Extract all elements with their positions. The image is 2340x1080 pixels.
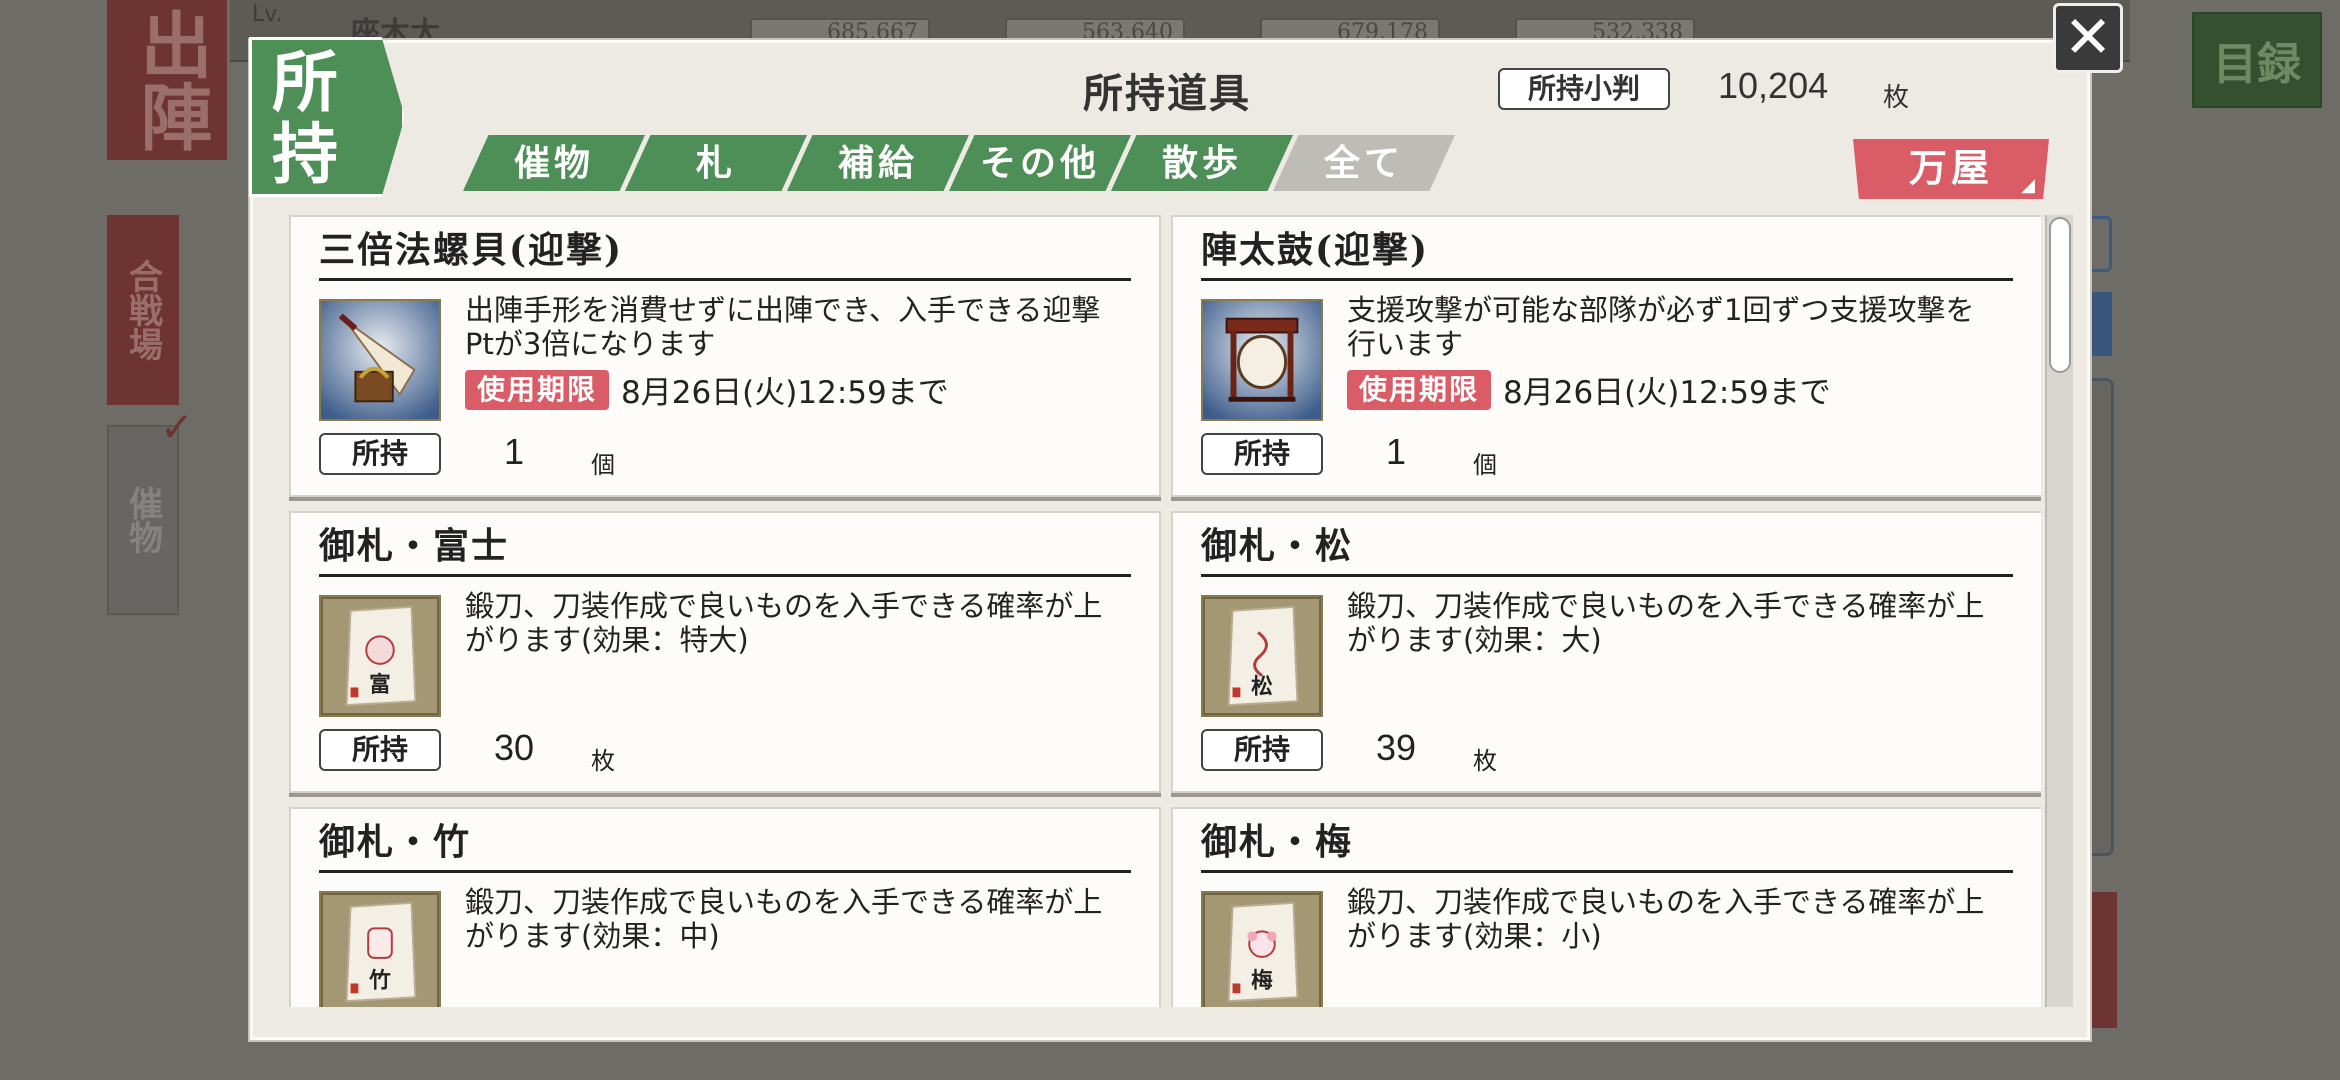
item-description: 出陣手形を消費せずに出陣でき、入手できる迎撃Ptが3倍になります bbox=[465, 293, 1101, 361]
tab-all[interactable]: 全て bbox=[1273, 135, 1455, 191]
tab-supplies[interactable]: 補給 bbox=[787, 135, 969, 191]
sortie-button[interactable]: 出陣 bbox=[107, 0, 227, 160]
shop-button[interactable]: 万屋 ◢ bbox=[1853, 139, 2049, 199]
talisman-take-icon: 竹 bbox=[319, 891, 441, 1007]
talisman-char: 竹 bbox=[368, 967, 391, 993]
owned-badge: 所 持 bbox=[249, 37, 405, 197]
expiry-row: 使用期限 8月26日(火)12:59まで bbox=[1347, 367, 1831, 412]
item-name: 御札・梅 bbox=[1201, 809, 2013, 873]
talisman-char: 梅 bbox=[1251, 967, 1273, 993]
koban-value: 10,204 bbox=[1718, 65, 1829, 106]
item-description: 鍛刀、刀装作成で良いものを入手できる確率が上がります(効果：大) bbox=[1347, 589, 1985, 657]
item-description: 鍛刀、刀装作成で良いものを入手できる確率が上がります(効果：小) bbox=[1347, 885, 1985, 953]
owned-unit: 個 bbox=[591, 451, 615, 479]
talisman-char: 富 bbox=[369, 671, 391, 697]
owned-label: 所持 bbox=[319, 433, 441, 475]
expiry-badge: 使用期限 bbox=[465, 369, 610, 410]
item-card[interactable]: 御札・富士 富 鍛刀、刀装作成で良いものを入手できる確率が上がります(効果：特大… bbox=[289, 511, 1161, 793]
owned-count: 39 bbox=[1375, 727, 1417, 768]
owned-unit: 枚 bbox=[591, 747, 615, 775]
scroll-thumb[interactable] bbox=[2049, 217, 2071, 373]
item-description: 鍛刀、刀装作成で良いものを入手できる確率が上がります(効果：特大) bbox=[465, 589, 1103, 657]
koban-label: 所持小判 bbox=[1498, 68, 1670, 110]
owned-label: 所持 bbox=[1201, 729, 1323, 771]
owned-items-dialog: 所 持 所持道具 所持小判 10,204 枚 催物 札 補給 その他 散歩 全て… bbox=[249, 37, 2090, 1040]
tab-events[interactable]: 催物 bbox=[463, 135, 645, 191]
item-card[interactable]: 御札・松 松 鍛刀、刀装作成で良いものを入手できる確率が上がります(効果：大) … bbox=[1171, 511, 2041, 793]
item-description: 支援攻撃が可能な部隊が必ず1回ずつ支援攻撃を行います bbox=[1347, 293, 1975, 361]
koban-unit: 枚 bbox=[1883, 83, 1910, 113]
expiry-badge: 使用期限 bbox=[1347, 369, 1492, 410]
expiry-date: 8月26日(火)12:59まで bbox=[1503, 375, 1831, 411]
battlefield-tab[interactable]: 合戦場 bbox=[107, 215, 179, 405]
owned-unit: 枚 bbox=[1473, 747, 1497, 775]
item-name: 御札・松 bbox=[1201, 513, 2013, 577]
item-name: 御札・竹 bbox=[319, 809, 1131, 873]
owned-row: 所持 1 個 bbox=[319, 431, 719, 479]
owned-label: 所持 bbox=[1201, 433, 1323, 475]
item-name: 御札・富士 bbox=[319, 513, 1131, 577]
talisman-matsu-icon: 松 bbox=[1201, 595, 1323, 717]
badge-char: 持 bbox=[272, 115, 338, 193]
tab-walk[interactable]: 散歩 bbox=[1111, 135, 1293, 191]
close-icon[interactable]: ✕ bbox=[2053, 3, 2123, 73]
conch-shell-icon bbox=[319, 299, 441, 421]
owned-row: 所持 30 枚 bbox=[319, 727, 719, 775]
item-name: 陣太鼓(迎撃) bbox=[1201, 217, 2013, 281]
tab-talismans[interactable]: 札 bbox=[625, 135, 807, 191]
shop-label: 万屋 bbox=[1908, 145, 1993, 190]
item-card[interactable]: 御札・梅 梅 鍛刀、刀装作成で良いものを入手できる確率が上がります(効果：小) bbox=[1171, 807, 2041, 1007]
owned-count: 1 bbox=[503, 431, 525, 472]
item-list-scrollbar[interactable] bbox=[2045, 215, 2073, 1007]
talisman-fuji-icon: 富 bbox=[319, 595, 441, 717]
dialog-title: 所持道具 bbox=[1083, 70, 1251, 117]
talisman-char: 松 bbox=[1251, 674, 1273, 699]
expiry-date: 8月26日(火)12:59まで bbox=[621, 375, 949, 411]
owned-count: 30 bbox=[493, 727, 535, 768]
corner-arrow-icon: ◢ bbox=[2021, 175, 2035, 196]
owned-count: 1 bbox=[1385, 431, 1407, 472]
expiry-row: 使用期限 8月26日(火)12:59まで bbox=[465, 367, 949, 412]
war-drum-icon bbox=[1201, 299, 1323, 421]
category-tabs: 催物 札 補給 その他 散歩 全て bbox=[463, 135, 1463, 191]
owned-label: 所持 bbox=[319, 729, 441, 771]
talisman-ume-icon: 梅 bbox=[1201, 891, 1323, 1007]
item-list[interactable]: 三倍法螺貝(迎撃) 出陣手形を消費せずに出陣でき、入手できる迎撃Ptが3倍になり… bbox=[289, 215, 2041, 1007]
item-card[interactable]: 陣太鼓(迎撃) 支援攻撃が可能な部隊が必ず1回ずつ支援攻撃を行います 使用期限 … bbox=[1171, 215, 2041, 497]
item-name: 三倍法螺貝(迎撃) bbox=[319, 217, 1131, 281]
check-icon: ✓ bbox=[160, 405, 194, 451]
offerings-tab[interactable]: 催物 bbox=[107, 425, 179, 615]
badge-char: 所 bbox=[272, 43, 338, 121]
catalog-button[interactable]: 目録 bbox=[2192, 12, 2322, 108]
tab-other[interactable]: その他 bbox=[949, 135, 1131, 191]
owned-unit: 個 bbox=[1473, 451, 1497, 479]
item-card[interactable]: 御札・竹 竹 鍛刀、刀装作成で良いものを入手できる確率が上がります(効果：中) bbox=[289, 807, 1161, 1007]
owned-row: 所持 1 個 bbox=[1201, 431, 1601, 479]
owned-row: 所持 39 枚 bbox=[1201, 727, 1601, 775]
item-card[interactable]: 三倍法螺貝(迎撃) 出陣手形を消費せずに出陣でき、入手できる迎撃Ptが3倍になり… bbox=[289, 215, 1161, 497]
item-description: 鍛刀、刀装作成で良いものを入手できる確率が上がります(効果：中) bbox=[465, 885, 1103, 953]
level-label: Lv. bbox=[252, 2, 283, 27]
